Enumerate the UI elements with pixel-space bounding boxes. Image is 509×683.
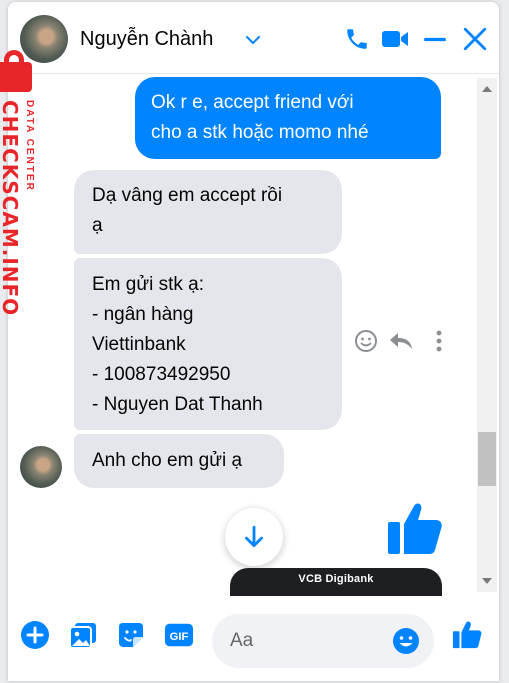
watermark-logo: CHECKSCAM.INFO DATA CENTER — [0, 50, 42, 316]
like-icon[interactable] — [452, 620, 482, 650]
avatar[interactable] — [20, 446, 62, 488]
composer: GIF — [8, 598, 499, 681]
photo-icon[interactable] — [68, 620, 98, 650]
message-input[interactable] — [230, 628, 390, 654]
chevron-down-icon[interactable] — [244, 31, 262, 49]
chat-window: Nguyễn Chành Ok r e, accept friend với c… — [8, 2, 499, 681]
chat-header: Nguyễn Chành — [8, 2, 499, 74]
plus-icon[interactable] — [20, 620, 50, 650]
scroll-to-bottom-button[interactable] — [225, 508, 283, 566]
arrow-down-icon — [245, 525, 263, 548]
sticker-icon[interactable] — [116, 620, 146, 650]
phone-icon[interactable] — [342, 24, 372, 54]
gif-icon[interactable]: GIF — [164, 620, 194, 650]
more-icon[interactable] — [426, 328, 452, 354]
scroll-up-arrow-icon[interactable] — [482, 86, 492, 92]
scrollbar-thumb[interactable] — [478, 432, 496, 486]
message-incoming[interactable]: Dạ vâng em accept rồi ạ — [74, 170, 342, 254]
emoji-icon[interactable] — [392, 627, 420, 655]
watermark-brand: CHECKSCAM.INFO — [0, 100, 22, 317]
message-outgoing[interactable]: Ok r e, accept friend với cho a stk hoặc… — [135, 77, 441, 159]
like-icon — [386, 500, 444, 558]
message-input-container — [212, 614, 434, 668]
reply-icon[interactable] — [388, 328, 414, 354]
watermark-sub: DATA CENTER — [24, 100, 35, 192]
minimize-icon[interactable] — [420, 24, 450, 54]
video-icon[interactable] — [380, 24, 410, 54]
image-caption: VCB Digibank — [298, 573, 374, 585]
image-attachment[interactable]: VCB Digibank — [230, 568, 442, 596]
close-icon[interactable] — [460, 24, 490, 54]
scroll-down-arrow-icon[interactable] — [482, 578, 492, 584]
message-incoming[interactable]: Em gửi stk ạ: - ngân hàng Viettinbank - … — [74, 258, 342, 430]
message-list[interactable]: Ok r e, accept friend với cho a stk hoặc… — [8, 74, 499, 596]
message-incoming[interactable]: Anh cho em gửi ạ — [74, 434, 284, 488]
svg-text:GIF: GIF — [170, 631, 189, 643]
contact-name[interactable]: Nguyễn Chành — [80, 28, 213, 51]
scrollbar[interactable] — [477, 78, 497, 592]
emoji-react-icon[interactable] — [353, 328, 379, 354]
